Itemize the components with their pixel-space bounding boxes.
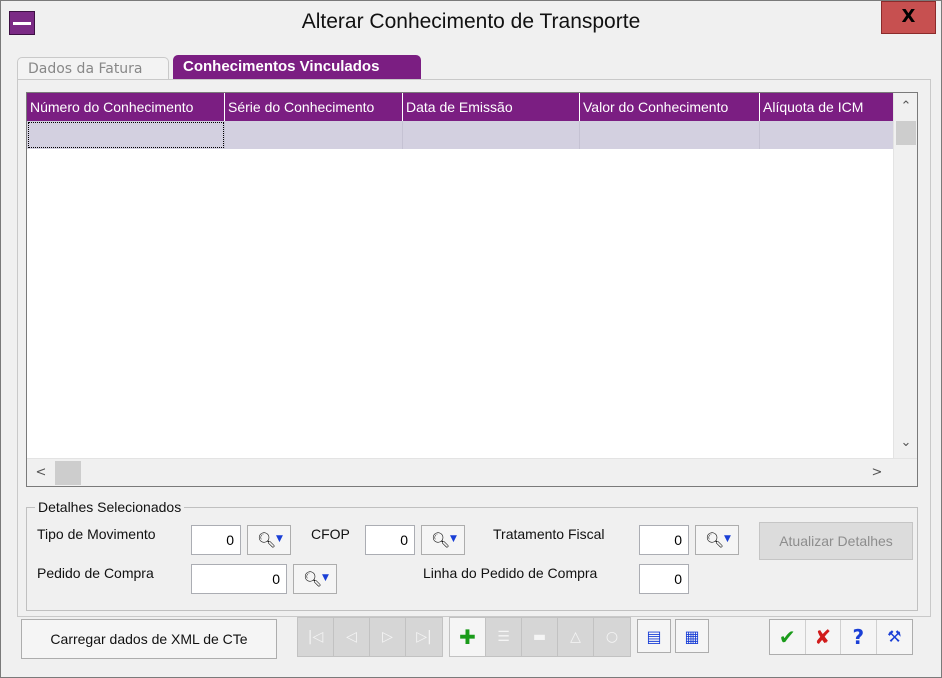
pedido-compra-input[interactable]: 0 [191,564,287,594]
table-cell[interactable] [580,121,760,149]
search-icon: 🔍︎ [431,531,451,549]
tool-icon[interactable]: ⚒ [877,620,912,654]
chevron-down-icon: ▼ [322,573,329,583]
table-cell[interactable] [225,121,403,149]
dialog-actions: ✔ ✘ ? ⚒ [769,619,913,655]
tratamento-fiscal-label: Tratamento Fiscal [493,526,605,542]
scroll-left-icon[interactable]: < [29,461,53,485]
scroll-right-icon[interactable]: > [865,461,889,485]
atualizar-detalhes-button[interactable]: Atualizar Detalhes [759,522,913,560]
tratamento-fiscal-lookup-button[interactable]: 🔍︎ ▼ [695,525,739,555]
search-icon: 🔍︎ [303,570,323,588]
pedido-compra-lookup-button[interactable]: 🔍︎ ▼ [293,564,337,594]
close-button[interactable]: X [881,1,936,34]
table-cell[interactable] [27,121,225,149]
linha-pedido-label: Linha do Pedido de Compra [423,565,598,581]
last-record-icon[interactable]: ▷| [406,618,442,656]
tab-dados-da-fatura[interactable]: Dados da Fatura [17,57,169,79]
carregar-xml-button[interactable]: Carregar dados de XML de CTe [21,619,277,659]
group-title: Detalhes Selecionados [35,499,185,515]
record-navigation: |◁ ◁ ▷ ▷| [297,617,443,657]
column-header-valor[interactable]: Valor do Conhecimento [580,93,760,121]
column-header-data-emissao[interactable]: Data de Emissão [403,93,580,121]
conhecimentos-grid[interactable]: Número do Conhecimento Série do Conhecim… [26,92,918,487]
column-header-aliquota[interactable]: Alíquota de ICM [760,93,893,121]
tipo-movimento-label: Tipo de Movimento [37,526,156,542]
table-cell[interactable] [403,121,580,149]
chevron-down-icon: ▼ [276,534,283,544]
grid-view-icon[interactable]: ▤ [637,619,671,653]
tratamento-fiscal-input[interactable]: 0 [639,525,689,555]
scroll-up-icon[interactable]: ⌃ [894,95,918,119]
tab-panel: Número do Conhecimento Série do Conhecim… [17,79,931,617]
linha-pedido-input[interactable]: 0 [639,564,689,594]
tipo-movimento-input[interactable]: 0 [191,525,241,555]
horizontal-scroll-thumb[interactable] [55,461,81,485]
find-icon[interactable]: ○ [594,618,630,656]
search-icon: 🔍︎ [257,531,277,549]
column-header-serie[interactable]: Série do Conhecimento [225,93,403,121]
edit-icon[interactable]: ☰ [486,618,522,656]
detalhes-selecionados-group: Detalhes Selecionados Tipo de Movimento … [26,499,918,611]
pedido-compra-label: Pedido de Compra [37,565,154,581]
dialog-window: Alterar Conhecimento de Transporte X Dad… [0,0,942,678]
vertical-scroll-thumb[interactable] [896,121,916,145]
add-icon[interactable]: ✚ [450,618,486,656]
cfop-label: CFOP [311,526,350,542]
title-bar: Alterar Conhecimento de Transporte X [1,1,941,45]
window-title: Alterar Conhecimento de Transporte [301,10,641,33]
cfop-lookup-button[interactable]: 🔍︎ ▼ [421,525,465,555]
prev-record-icon[interactable]: ◁ [334,618,370,656]
column-header-numero[interactable]: Número do Conhecimento [27,93,225,121]
confirm-icon[interactable]: ✔ [770,620,806,654]
table-cell[interactable] [760,121,893,149]
table-row[interactable] [27,121,893,149]
chevron-down-icon: ▼ [724,534,731,544]
export-icon[interactable]: ▦ [675,619,709,653]
remove-icon[interactable]: ▬ [522,618,558,656]
bottom-toolbar: Carregar dados de XML de CTe |◁ ◁ ▷ ▷| ✚… [1,617,941,677]
chevron-down-icon: ▼ [450,534,457,544]
next-record-icon[interactable]: ▷ [370,618,406,656]
record-edit-toolbar: ✚ ☰ ▬ △ ○ [449,617,631,657]
up-icon[interactable]: △ [558,618,594,656]
first-record-icon[interactable]: |◁ [298,618,334,656]
cfop-input[interactable]: 0 [365,525,415,555]
scroll-down-icon[interactable]: ⌄ [894,431,918,455]
tab-conhecimentos-vinculados[interactable]: Conhecimentos Vinculados [173,55,421,79]
cancel-icon[interactable]: ✘ [806,620,841,654]
horizontal-scrollbar[interactable]: < > [27,458,917,486]
tipo-movimento-lookup-button[interactable]: 🔍︎ ▼ [247,525,291,555]
vertical-scrollbar[interactable]: ⌃ ⌄ [893,93,917,458]
search-icon: 🔍︎ [705,531,725,549]
grid-header: Número do Conhecimento Série do Conhecim… [27,93,893,121]
help-icon[interactable]: ? [841,620,877,654]
